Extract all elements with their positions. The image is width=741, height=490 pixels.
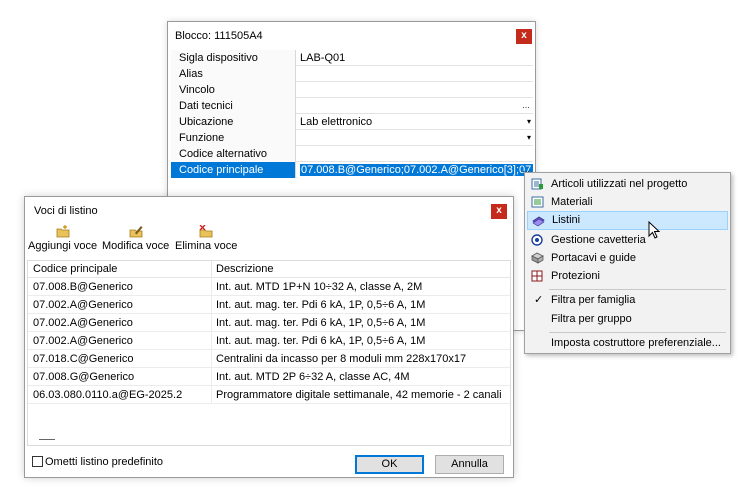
row-description: Int. aut. MTD 1P+N 10÷32 A, classe A, 2M: [216, 281, 423, 293]
prop-row-ubicazione[interactable]: Ubicazione Lab elettronico ▾: [171, 114, 533, 130]
table-row[interactable]: 07.002.A@Generico Int. aut. mag. ter. Pd…: [28, 296, 510, 314]
row-code: 07.008.B@Generico: [28, 278, 212, 296]
row-code: 07.002.A@Generico: [28, 296, 212, 314]
menu-separator: [549, 289, 726, 290]
column-header-description[interactable]: Descrizione: [213, 261, 510, 278]
table-row[interactable]: 07.002.A@Generico Int. aut. mag. ter. Pd…: [28, 314, 510, 332]
prop-key: Codice principale: [171, 162, 296, 178]
materials-icon: [531, 196, 544, 208]
table-row[interactable]: 07.018.C@Generico Centralini da incasso …: [28, 350, 510, 368]
row-description: Int. aut. mag. ter. Pdi 6 kA, 1P, 0,5÷6 …: [216, 299, 426, 311]
voci-close-button[interactable]: x: [491, 204, 507, 219]
context-menu: Articoli utilizzati nel progetto Materia…: [524, 172, 731, 354]
cable-icon: [531, 234, 544, 246]
table-row[interactable]: 07.008.B@Generico Int. aut. MTD 1P+N 10÷…: [28, 278, 510, 296]
row-description: Centralini da incasso per 8 moduli mm 22…: [216, 353, 467, 365]
row-code: 06.03.080.0110.a@EG-2025.2: [28, 386, 212, 404]
menu-item-listini[interactable]: Listini: [527, 211, 728, 230]
voci-list[interactable]: Codice principale Descrizione 07.008.B@G…: [27, 260, 511, 446]
prop-value[interactable]: [297, 66, 533, 82]
voci-title-bar[interactable]: Voci di listino x: [25, 197, 513, 225]
prop-row-codice-principale[interactable]: Codice principale 07.008.B@Generico;07.0…: [171, 162, 533, 178]
menu-separator: [549, 332, 726, 333]
blocco-close-button[interactable]: x: [516, 29, 532, 44]
prop-row-dati-tecnici[interactable]: Dati tecnici ...: [171, 98, 533, 114]
check-icon: ✓: [534, 294, 544, 306]
prop-key: Funzione: [171, 130, 296, 146]
prop-value[interactable]: Lab elettronico ▾: [297, 114, 533, 130]
menu-item-costruttore[interactable]: Imposta costruttore preferenziale...: [527, 334, 728, 353]
prop-row-sigla[interactable]: Sigla dispositivo LAB-Q01: [171, 50, 533, 66]
chevron-down-icon[interactable]: ▾: [527, 132, 531, 144]
prop-value[interactable]: ...: [297, 98, 533, 114]
ok-button[interactable]: OK: [355, 455, 424, 474]
omit-default-list-checkbox[interactable]: Ometti listino predefinito: [32, 456, 163, 468]
row-code: 07.002.A@Generico: [28, 332, 212, 350]
menu-item-articoli[interactable]: Articoli utilizzati nel progetto: [527, 175, 728, 194]
menu-item-filtra-gruppo[interactable]: Filtra per gruppo: [527, 310, 728, 329]
row-description: Int. aut. mag. ter. Pdi 6 kA, 1P, 0,5÷6 …: [216, 317, 426, 329]
resize-grip[interactable]: [39, 439, 55, 440]
prop-row-vincolo[interactable]: Vincolo: [171, 82, 533, 98]
price-list-icon: [532, 215, 545, 227]
prop-key: Ubicazione: [171, 114, 296, 130]
menu-item-materiali[interactable]: Materiali: [527, 193, 728, 212]
prop-row-alias[interactable]: Alias: [171, 66, 533, 82]
delete-item-button[interactable]: Elimina voce: [175, 224, 237, 252]
column-header-code[interactable]: Codice principale: [28, 261, 212, 278]
prop-key: Alias: [171, 66, 296, 82]
row-code: 07.008.G@Generico: [28, 368, 212, 386]
menu-item-portacavi[interactable]: Portacavi e guide: [527, 249, 728, 268]
table-row[interactable]: 06.03.080.0110.a@EG-2025.2 Programmatore…: [28, 386, 510, 404]
articles-icon: [531, 178, 544, 190]
cable-tray-icon: [531, 252, 544, 264]
row-description: Int. aut. mag. ter. Pdi 6 kA, 1P, 0,5÷6 …: [216, 335, 426, 347]
menu-item-protezioni[interactable]: Protezioni: [527, 267, 728, 286]
prop-key: Sigla dispositivo: [171, 50, 296, 66]
blocco-title: Blocco: 111505A4: [175, 30, 263, 42]
omit-default-list-label: Ometti listino predefinito: [45, 456, 163, 468]
cancel-button[interactable]: Annulla: [435, 455, 504, 474]
row-description: Programmatore digitale settimanale, 42 m…: [216, 389, 502, 401]
protection-icon: [531, 270, 544, 282]
prop-row-funzione[interactable]: Funzione ▾: [171, 130, 533, 146]
voci-toolbar: Aggiungi voce Modifica voce Elimina voce: [28, 224, 328, 255]
ellipsis-button[interactable]: ...: [519, 99, 533, 113]
voci-title: Voci di listino: [34, 205, 98, 217]
property-grid: Sigla dispositivo LAB-Q01 Alias Vincolo …: [171, 50, 533, 178]
checkbox-box[interactable]: [32, 456, 43, 467]
prop-value[interactable]: [297, 146, 533, 162]
add-item-button[interactable]: Aggiungi voce: [28, 225, 97, 252]
menu-item-cavetteria[interactable]: Gestione cavetteria: [527, 231, 728, 250]
delete-icon: [199, 224, 213, 238]
selected-value-text: 07.008.B@Generico;07.002.A@Generico[3];0…: [300, 164, 533, 176]
prop-value[interactable]: 07.008.B@Generico;07.002.A@Generico[3];0…: [297, 162, 533, 178]
menu-item-filtra-famiglia[interactable]: ✓ Filtra per famiglia: [527, 291, 728, 310]
blocco-title-bar[interactable]: Blocco: 111505A4 x: [168, 22, 535, 50]
voci-footer: Ometti listino predefinito OK Annulla: [25, 451, 513, 477]
table-row[interactable]: 07.008.G@Generico Int. aut. MTD 2P 6÷32 …: [28, 368, 510, 386]
prop-key: Codice alternativo: [171, 146, 296, 162]
row-description: Int. aut. MTD 2P 6÷32 A, classe AC, 4M: [216, 371, 410, 383]
row-code: 07.002.A@Generico: [28, 314, 212, 332]
add-folder-icon: [56, 225, 70, 238]
row-code: 07.018.C@Generico: [28, 350, 212, 368]
voci-listino-dialog: Voci di listino x Aggiungi voce Modifica…: [24, 196, 514, 478]
prop-value[interactable]: LAB-Q01: [297, 50, 533, 66]
prop-value[interactable]: [297, 82, 533, 98]
prop-key: Dati tecnici: [171, 98, 296, 114]
prop-row-codice-alternativo[interactable]: Codice alternativo: [171, 146, 533, 162]
prop-key: Vincolo: [171, 82, 296, 98]
list-header: Codice principale Descrizione: [28, 261, 510, 278]
prop-value[interactable]: ▾: [297, 130, 533, 146]
chevron-down-icon[interactable]: ▾: [527, 116, 531, 128]
table-row[interactable]: 07.002.A@Generico Int. aut. mag. ter. Pd…: [28, 332, 510, 350]
edit-icon: [129, 225, 143, 238]
mouse-cursor-icon: [648, 220, 661, 239]
edit-item-button[interactable]: Modifica voce: [102, 225, 169, 252]
